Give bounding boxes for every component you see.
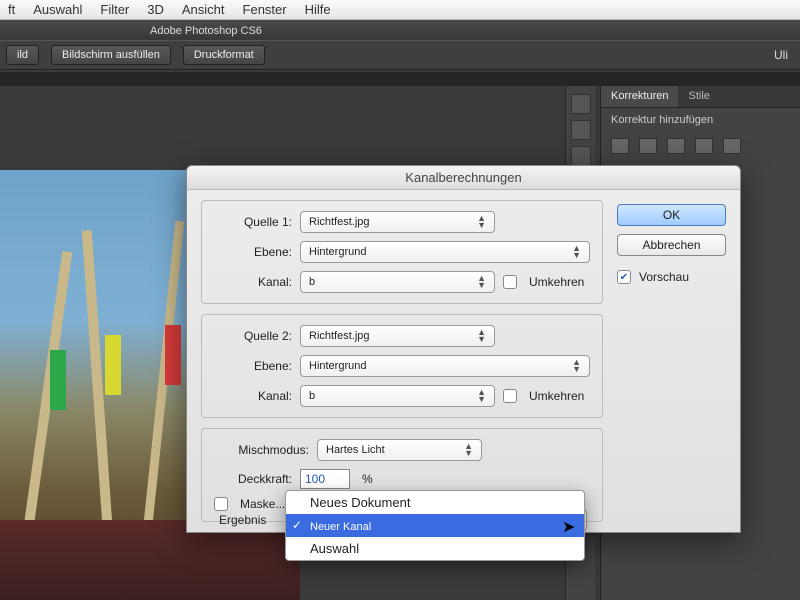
panel-icon[interactable] [571,94,591,114]
menu-item[interactable]: 3D [147,2,164,17]
toolbar-button-fit-screen[interactable]: Bildschirm ausfüllen [51,45,171,65]
source1-group: Quelle 1: Richtfest.jpg ▲▼ Ebene: Hinter… [201,200,603,304]
cancel-button[interactable]: Abbrechen [617,234,726,256]
source1-value: Richtfest.jpg [309,216,370,228]
source2-select[interactable]: Richtfest.jpg ▲▼ [300,325,495,347]
opacity-input[interactable] [300,469,350,489]
updown-icon: ▲▼ [572,359,581,373]
vibrance-icon[interactable] [723,138,741,154]
toolbar-button-bild[interactable]: ild [6,45,39,65]
dialog-title: Kanalberechnungen [187,166,740,190]
image-content [50,350,66,410]
channel1-label: Kanal: [214,275,292,289]
options-bar: ild Bildschirm ausfüllen Druckformat Uli [0,40,800,70]
layer2-select[interactable]: Hintergrund ▲▼ [300,355,590,377]
blending-value: Hartes Licht [326,444,385,456]
blending-select[interactable]: Hartes Licht ▲▼ [317,439,482,461]
menu-item[interactable]: Auswahl [33,2,82,17]
invert2-label: Umkehren [529,389,584,403]
channel1-value: b [309,276,315,288]
panel-icon[interactable] [571,146,591,166]
layer1-label: Ebene: [214,245,292,259]
panel-tabs: Korrekturen Stile [601,86,800,108]
dropdown-item-new-document[interactable]: Neues Dokument [286,491,584,514]
updown-icon: ▲▼ [572,245,581,259]
layer1-select[interactable]: Hintergrund ▲▼ [300,241,590,263]
adjustment-icons-row [601,132,800,160]
app-titlebar: Adobe Photoshop CS6 [0,20,800,40]
channel2-label: Kanal: [214,389,292,403]
levels-icon[interactable] [639,138,657,154]
image-content [165,325,181,385]
check-icon: ✓ [292,518,302,532]
app-title: Adobe Photoshop CS6 [150,25,262,37]
channel2-value: b [309,390,315,402]
ok-button[interactable]: OK [617,204,726,226]
panel-subtitle: Korrektur hinzufügen [601,108,800,132]
preview-label: Vorschau [639,270,689,284]
updown-icon: ▲▼ [477,389,486,403]
layer2-label: Ebene: [214,359,292,373]
tab-styles[interactable]: Stile [678,86,719,107]
menu-item[interactable]: Ansicht [182,2,225,17]
macos-menubar[interactable]: ft Auswahl Filter 3D Ansicht Fenster Hil… [0,0,800,20]
layer2-value: Hintergrund [309,360,366,372]
updown-icon: ▲▼ [464,443,473,457]
menu-item[interactable]: ft [8,2,15,17]
opacity-suffix: % [362,472,373,486]
source2-label: Quelle 2: [214,329,292,343]
curves-icon[interactable] [667,138,685,154]
menu-item[interactable]: Fenster [243,2,287,17]
tab-adjustments[interactable]: Korrekturen [601,86,678,107]
result-dropdown[interactable]: Neues Dokument ✓ Neuer Kanal Auswahl [285,490,585,561]
toolbar-button-print-size[interactable]: Druckformat [183,45,265,65]
channel1-select[interactable]: b ▲▼ [300,271,495,293]
source2-value: Richtfest.jpg [309,330,370,342]
dropdown-item-new-channel[interactable]: ✓ Neuer Kanal [286,514,584,537]
result-label: Ergebnis [219,513,266,527]
image-content [105,335,121,395]
blending-label: Mischmodus: [214,443,309,457]
source1-label: Quelle 1: [214,215,292,229]
panel-icon[interactable] [571,120,591,140]
mask-checkbox[interactable] [214,497,228,511]
calculations-dialog: Kanalberechnungen Quelle 1: Richtfest.jp… [186,165,741,533]
user-label: Uli [774,48,794,62]
opacity-label: Deckkraft: [214,472,292,486]
source1-select[interactable]: Richtfest.jpg ▲▼ [300,211,495,233]
document-tab-bar [0,72,800,86]
invert1-checkbox[interactable] [503,275,517,289]
invert2-checkbox[interactable] [503,389,517,403]
channel2-select[interactable]: b ▲▼ [300,385,495,407]
dropdown-item-label: Neuer Kanal [310,521,371,533]
updown-icon: ▲▼ [477,329,486,343]
exposure-icon[interactable] [695,138,713,154]
brightness-icon[interactable] [611,138,629,154]
preview-checkbox[interactable]: ✔ [617,270,631,284]
updown-icon: ▲▼ [477,275,486,289]
updown-icon: ▲▼ [477,215,486,229]
invert1-label: Umkehren [529,275,584,289]
mask-label: Maske... [240,497,285,511]
source2-group: Quelle 2: Richtfest.jpg ▲▼ Ebene: Hinter… [201,314,603,418]
layer1-value: Hintergrund [309,246,366,258]
menu-item[interactable]: Hilfe [305,2,331,17]
menu-item[interactable]: Filter [100,2,129,17]
dropdown-item-selection[interactable]: Auswahl [286,537,584,560]
